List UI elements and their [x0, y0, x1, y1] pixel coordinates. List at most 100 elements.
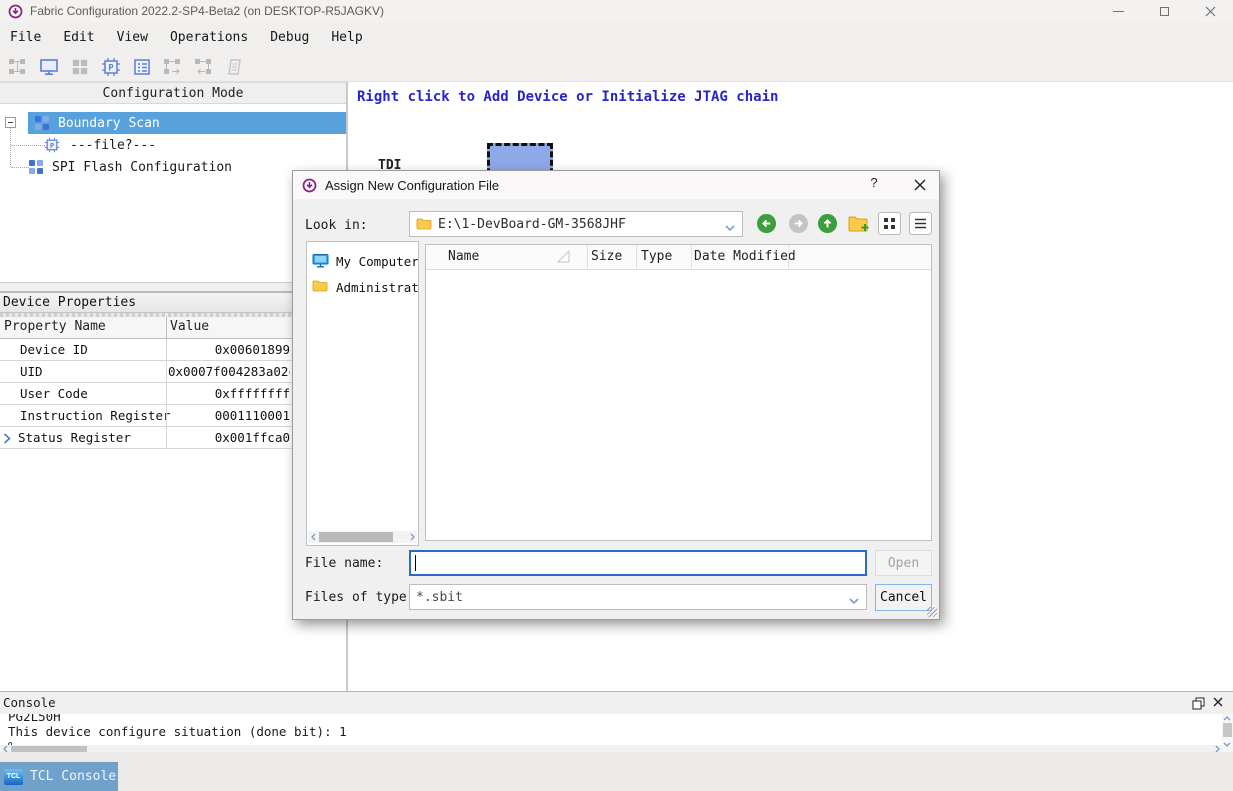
console-line: This device configure situation (done bi…: [8, 724, 1222, 739]
devices-button[interactable]: [66, 54, 94, 80]
look-in-combobox[interactable]: E:\1-DevBoard-GM-3568JHF: [409, 211, 743, 237]
dialog-close-button[interactable]: [907, 175, 933, 195]
property-name: Status Register: [18, 430, 131, 445]
scroll-down-icon[interactable]: [1222, 740, 1232, 748]
files-of-type-label: Files of type:: [305, 590, 415, 605]
app-icon: [302, 178, 317, 193]
assign-configuration-file-dialog: Assign New Configuration File ? Look in:…: [292, 170, 940, 620]
tcl-icon: TCL: [4, 769, 23, 785]
svg-text:P: P: [50, 141, 55, 150]
config-file-chip-icon: P: [44, 137, 60, 153]
property-value: 0x00601899: [168, 342, 290, 357]
up-directory-button[interactable]: [816, 212, 839, 235]
close-button[interactable]: [1187, 0, 1233, 22]
chevron-down-icon: [849, 594, 859, 609]
file-list-body[interactable]: [426, 270, 931, 540]
console-close-button[interactable]: [1213, 696, 1227, 710]
cancel-button[interactable]: Cancel: [875, 584, 932, 611]
tree-collapse-toggle[interactable]: [5, 117, 16, 128]
minimize-button[interactable]: [1095, 0, 1141, 22]
properties-button[interactable]: [128, 54, 156, 80]
resize-grip[interactable]: [927, 607, 937, 617]
file-list: Name Size Type Date Modified: [425, 244, 932, 541]
menu-help[interactable]: Help: [331, 30, 362, 45]
back-button[interactable]: [755, 212, 778, 235]
scroll-right-icon[interactable]: [407, 533, 417, 541]
undock-icon: [1192, 697, 1205, 710]
menu-edit[interactable]: Edit: [63, 30, 94, 45]
column-name[interactable]: Name: [448, 249, 479, 264]
spi-flash-icon: [28, 159, 44, 175]
app-icon: [8, 4, 23, 19]
files-of-type-combobox[interactable]: *.sbit: [409, 584, 867, 610]
tree-item-label: ---file?---: [70, 138, 156, 153]
monitor-icon: [39, 57, 59, 77]
icon-view-icon: [883, 217, 896, 230]
jtag-hint-text: Right click to Add Device or Initialize …: [357, 89, 778, 105]
chain-add-button[interactable]: [159, 54, 187, 80]
folder-icon: [416, 217, 432, 231]
console-vertical-scrollbar[interactable]: [1222, 714, 1233, 753]
chip-program-icon: P: [101, 57, 121, 77]
tree-item-spi-flash[interactable]: SPI Flash Configuration: [28, 156, 232, 178]
table-row[interactable]: UID 0x0007f004283a02c2: [0, 361, 292, 383]
property-name: Device ID: [20, 342, 88, 357]
open-button[interactable]: Open: [875, 550, 932, 576]
dialog-help-button[interactable]: ?: [863, 175, 885, 195]
detail-view-button[interactable]: [909, 212, 932, 235]
scrollbar-thumb[interactable]: [319, 532, 393, 542]
properties-table-header: Property Name Value: [0, 317, 292, 339]
tab-tcl-console[interactable]: TCL TCL Console: [0, 762, 118, 791]
tree-item-boundary-scan[interactable]: Boundary Scan: [28, 112, 346, 134]
scroll-up-icon[interactable]: [1222, 714, 1232, 722]
text-caret: [415, 555, 416, 571]
scan-monitor-button[interactable]: [35, 54, 63, 80]
place-my-computer[interactable]: My Computer: [307, 249, 418, 273]
bottom-tabbar: TCL TCL Console: [0, 752, 1233, 791]
console-header: Console: [0, 692, 1233, 714]
jtag-chain-button[interactable]: [4, 54, 32, 80]
menubar: File Edit View Operations Debug Help: [0, 22, 1233, 52]
tree-item-label: SPI Flash Configuration: [52, 160, 232, 175]
log-button[interactable]: [221, 54, 249, 80]
maximize-button[interactable]: [1141, 0, 1187, 22]
column-date-modified[interactable]: Date Modified: [694, 249, 796, 264]
sidebar-horizontal-scrollbar[interactable]: [308, 531, 417, 543]
tree-item-file[interactable]: P ---file?---: [44, 134, 156, 156]
app-window: Fabric Configuration 2022.2-SP4-Beta2 (o…: [0, 0, 1233, 791]
program-chip-button[interactable]: P: [97, 54, 125, 80]
menu-debug[interactable]: Debug: [270, 30, 309, 45]
table-row[interactable]: User Code 0xffffffff: [0, 383, 292, 405]
place-administrator[interactable]: Administrator: [307, 275, 418, 299]
places-sidebar: My Computer Administrator: [306, 241, 419, 546]
scroll-left-icon[interactable]: [308, 533, 318, 541]
dialog-title: Assign New Configuration File: [325, 178, 499, 193]
devices-icon: [71, 58, 89, 76]
property-value: 0x0007f004283a02c2: [168, 364, 290, 379]
menu-view[interactable]: View: [117, 30, 148, 45]
table-row[interactable]: Status Register 0x001ffca0: [0, 427, 292, 449]
detail-view-icon: [914, 217, 927, 230]
window-title: Fabric Configuration 2022.2-SP4-Beta2 (o…: [30, 4, 384, 18]
forward-button[interactable]: [787, 212, 810, 235]
menu-file[interactable]: File: [10, 30, 41, 45]
file-name-input[interactable]: [409, 550, 867, 576]
menu-operations[interactable]: Operations: [170, 30, 248, 45]
scrollbar-thumb[interactable]: [1223, 723, 1232, 737]
expand-chevron-icon[interactable]: [3, 432, 11, 447]
icon-view-button[interactable]: [878, 212, 901, 235]
column-type[interactable]: Type: [641, 249, 672, 264]
folder-icon: [312, 279, 329, 295]
table-row[interactable]: Device ID 0x00601899: [0, 339, 292, 361]
undock-button[interactable]: [1192, 697, 1205, 710]
column-size[interactable]: Size: [591, 249, 622, 264]
table-row[interactable]: Instruction Register 0001110001: [0, 405, 292, 427]
maximize-icon: [1160, 7, 1169, 16]
toolbar: P: [0, 52, 1233, 82]
dialog-titlebar: Assign New Configuration File: [293, 171, 939, 199]
log-icon: [225, 57, 245, 77]
tree-guide-line: [10, 128, 11, 167]
tab-label: TCL Console: [30, 769, 116, 784]
new-folder-button[interactable]: [847, 212, 870, 235]
chain-remove-button[interactable]: [190, 54, 218, 80]
